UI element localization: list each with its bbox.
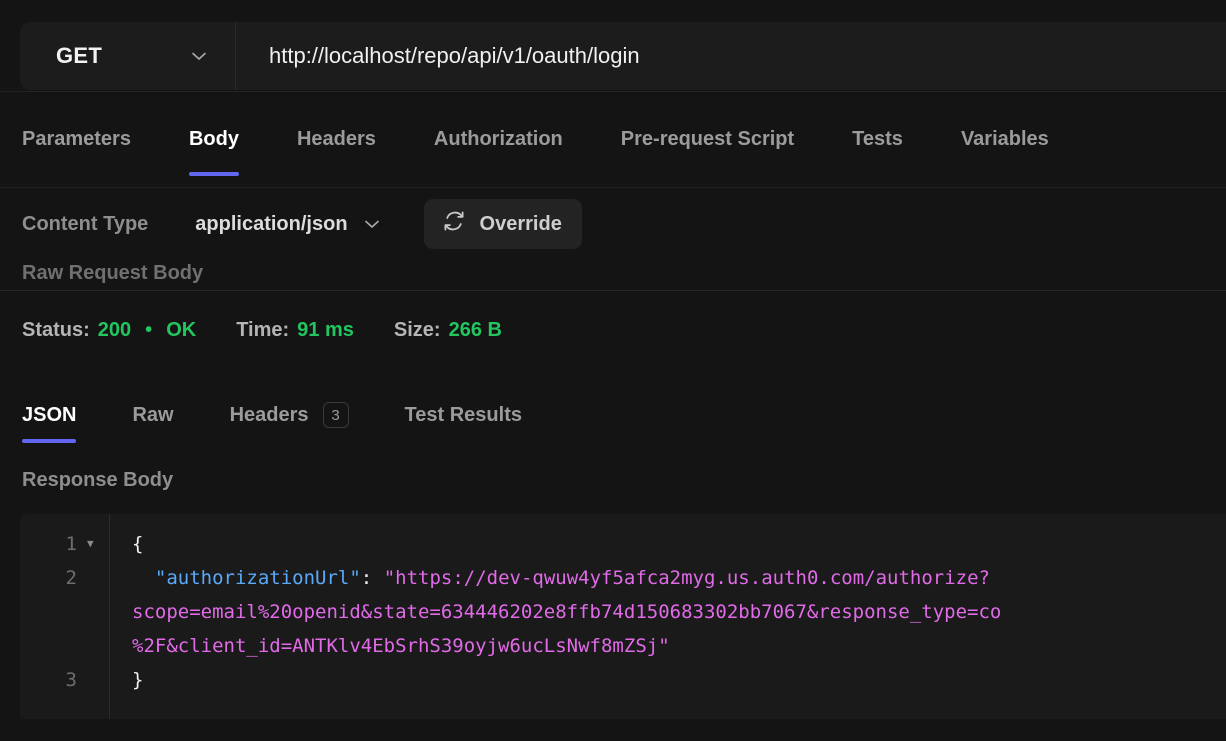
size-group: Size: 266 B bbox=[394, 319, 502, 342]
response-tab-test-results-label: Test Results bbox=[404, 403, 522, 426]
code-line-1-open-brace: { bbox=[132, 533, 144, 555]
chevron-down-icon bbox=[189, 46, 209, 66]
content-type-select[interactable]: application/json bbox=[195, 213, 381, 236]
tab-body[interactable]: Body bbox=[188, 92, 239, 187]
status-separator: • bbox=[145, 319, 153, 341]
tab-pre-request-script[interactable]: Pre-request Script bbox=[621, 92, 794, 187]
response-body-label: Response Body bbox=[22, 469, 174, 491]
request-url-input[interactable]: http://localhost/repo/api/v1/oauth/login bbox=[236, 22, 1226, 90]
status-group: Status: 200 • OK bbox=[22, 319, 196, 342]
tab-tests[interactable]: Tests bbox=[852, 92, 903, 187]
http-method-select[interactable]: GET bbox=[20, 22, 236, 90]
response-tab-json[interactable]: JSON bbox=[22, 387, 77, 443]
response-panel: Status: 200 • OK Time: 91 ms Size: 266 B… bbox=[0, 290, 1226, 741]
json-key-authorizationUrl: "authorizationUrl" bbox=[154, 567, 361, 589]
refresh-icon bbox=[442, 209, 466, 239]
gutter-line-3: 3 ▼ bbox=[20, 663, 109, 697]
request-tabs: Parameters Body Headers Authorization Pr… bbox=[0, 92, 1226, 188]
response-tab-test-results[interactable]: Test Results bbox=[405, 387, 522, 443]
http-method-label: GET bbox=[56, 43, 103, 68]
json-value-part-1: "https://dev-qwuw4yf5afca2myg.us.auth0.c… bbox=[383, 567, 990, 589]
request-url-row: GET http://localhost/repo/api/v1/oauth/l… bbox=[20, 22, 1226, 90]
line-number: 1 bbox=[65, 533, 77, 555]
tab-parameters[interactable]: Parameters bbox=[22, 92, 131, 187]
api-client-window: GET http://localhost/repo/api/v1/oauth/l… bbox=[0, 0, 1226, 741]
code-line-2: "authorizationUrl": "https://dev-qwuw4yf… bbox=[132, 561, 1226, 595]
request-bar: GET http://localhost/repo/api/v1/oauth/l… bbox=[0, 0, 1226, 92]
gutter-wrap-spacer-a bbox=[20, 595, 109, 629]
tab-variables[interactable]: Variables bbox=[961, 92, 1049, 187]
tab-authorization[interactable]: Authorization bbox=[434, 92, 563, 187]
time-label: Time: bbox=[236, 319, 290, 341]
time-value: 91 ms bbox=[297, 319, 354, 341]
response-status-row: Status: 200 • OK Time: 91 ms Size: 266 B bbox=[22, 319, 542, 342]
response-tab-json-label: JSON bbox=[22, 403, 77, 426]
size-value: 266 B bbox=[448, 319, 502, 341]
status-code: 200 bbox=[97, 319, 132, 341]
json-value-part-2: scope=email%20openid&state=634446202e8ff… bbox=[132, 601, 1002, 623]
time-group: Time: 91 ms bbox=[236, 319, 354, 342]
response-tab-raw[interactable]: Raw bbox=[132, 387, 173, 443]
content-type-label: Content Type bbox=[22, 212, 149, 235]
editor-code-area[interactable]: { "authorizationUrl": "https://dev-qwuw4… bbox=[110, 514, 1226, 719]
size-label: Size: bbox=[393, 319, 441, 341]
code-line-3-close-brace: } bbox=[132, 669, 144, 691]
editor-gutter: 1 ▼ 2 ▼ 3 ▼ bbox=[20, 514, 110, 719]
response-tab-headers[interactable]: Headers 3 bbox=[230, 387, 349, 443]
override-button[interactable]: Override bbox=[423, 199, 582, 249]
triangle-down-icon[interactable]: ▼ bbox=[87, 527, 99, 561]
status-label: Status: bbox=[22, 319, 90, 341]
raw-request-body-label: Raw Request Body bbox=[22, 262, 204, 284]
override-button-label: Override bbox=[479, 212, 562, 235]
content-type-row: Content Type application/json Override bbox=[0, 188, 1226, 260]
line-number: 2 bbox=[65, 567, 77, 589]
response-headers-count-badge: 3 bbox=[322, 402, 349, 428]
response-body-editor[interactable]: 1 ▼ 2 ▼ 3 ▼ { "authorizationUrl": "https… bbox=[20, 514, 1226, 719]
tab-headers[interactable]: Headers bbox=[297, 92, 376, 187]
gutter-line-2: 2 ▼ bbox=[20, 561, 109, 595]
gutter-line-1: 1 ▼ bbox=[20, 527, 109, 561]
chevron-down-icon bbox=[362, 214, 382, 234]
json-value-part-3: %2F&client_id=ANTKlv4EbSrhS39oyjw6ucLsNw… bbox=[132, 635, 670, 657]
response-tab-headers-label: Headers bbox=[229, 403, 309, 426]
json-colon: : bbox=[360, 567, 373, 589]
response-tab-raw-label: Raw bbox=[132, 403, 174, 426]
line-number: 3 bbox=[65, 669, 77, 691]
content-type-value: application/json bbox=[195, 212, 348, 235]
response-tabs: JSON Raw Headers 3 Test Results bbox=[22, 387, 578, 443]
status-text: OK bbox=[166, 319, 197, 341]
gutter-wrap-spacer-b bbox=[20, 629, 109, 663]
